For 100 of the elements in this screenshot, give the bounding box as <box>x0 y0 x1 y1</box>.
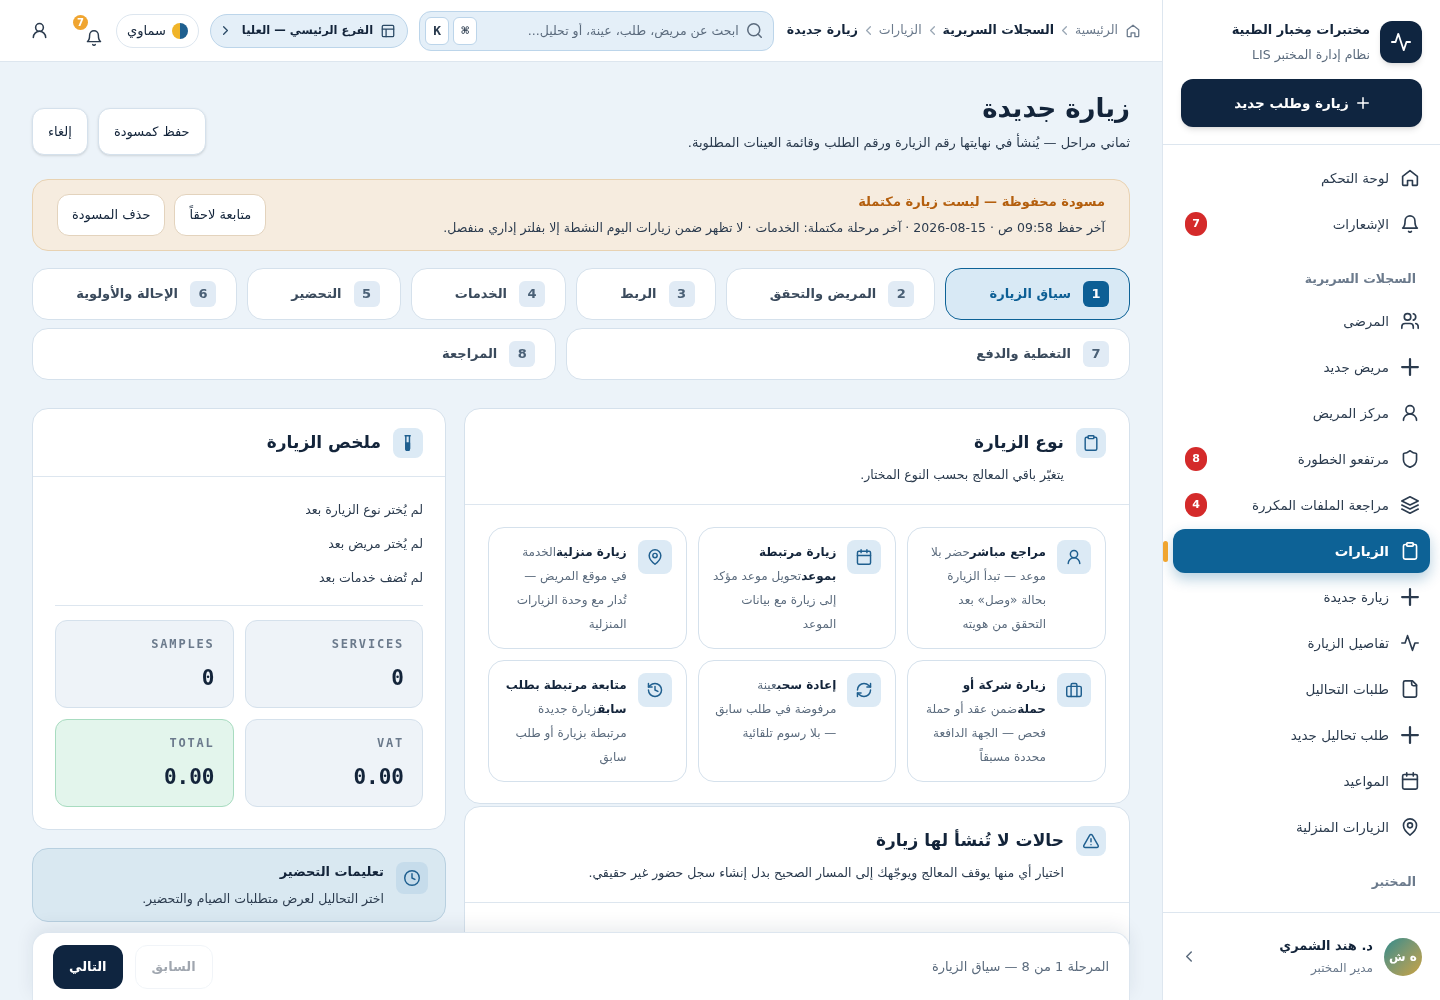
summary-line: لم يُختر نوع الزيارة بعد <box>304 500 423 520</box>
summary-line: لم يُختر مريض بعد <box>327 534 423 554</box>
table-icon <box>381 23 396 38</box>
nav-item[interactable]: طلب تحاليل جديد <box>1173 713 1430 757</box>
user-role: مدير المختبر <box>1309 960 1373 978</box>
count-badge: 8 <box>1185 447 1207 471</box>
clock-icon <box>396 862 428 894</box>
home-icon <box>1126 23 1140 38</box>
nav-item[interactable]: مركز المريض <box>1173 391 1430 435</box>
stat-value: 0 <box>200 665 215 692</box>
visit-type-option[interactable]: زيارة منزليةالخدمة في موقع المريض — تُدار مع وحدة الزيارات المنزلية <box>488 526 687 649</box>
bell-icon <box>86 29 102 46</box>
branch-selector[interactable]: الفرع الرئيسي — العليا <box>209 13 409 48</box>
user-name: د. هند الشمري <box>1278 936 1373 955</box>
card-subtitle: اختيار أي منها يوقف المعالج ويوجّهك إلى المسار الصحيح بدل إنشاء سجل حضور غير حقيقي. <box>587 863 1064 883</box>
step-number: 7 <box>1083 341 1109 367</box>
notice-action-button[interactable]: متابعة لاحقاً <box>174 194 267 236</box>
nav-item[interactable]: طلبات التحاليل <box>1173 667 1430 711</box>
summary-line: لم تُضف خدمات بعد <box>318 568 423 587</box>
card-title: حالات لا تُنشأ لها زيارة <box>875 828 1064 852</box>
nav-item[interactable]: الزيارات المنزلية <box>1173 805 1430 849</box>
active-indicator <box>1163 541 1168 562</box>
breadcrumb-link[interactable]: الرئيسية <box>1074 21 1118 40</box>
users-icon <box>1401 312 1419 330</box>
nav-section-title: السجلات السريرية <box>1303 270 1417 289</box>
chevron-left-icon <box>1061 26 1067 35</box>
nav-item[interactable]: المرضى <box>1173 299 1430 343</box>
plus-icon <box>1356 97 1369 110</box>
notice-action-button[interactable]: حذف المسودة <box>57 194 166 236</box>
nav-item[interactable]: زيارة جديدة <box>1173 575 1430 619</box>
plus-icon <box>1401 726 1419 744</box>
breadcrumb-link[interactable]: السجلات السريرية <box>942 21 1054 40</box>
count-badge: 7 <box>1185 212 1207 237</box>
visit-type-option[interactable]: إعادة سحبعينة مرفوضة في طلب سابق — بلا رسوم تلقائية <box>697 659 897 782</box>
theme-toggle[interactable]: سماوي <box>116 13 199 48</box>
stat-label: SAMPLES <box>150 636 215 652</box>
step-number: 4 <box>519 281 546 307</box>
nav-item[interactable]: المواعيد <box>1173 759 1430 803</box>
brand-name: مختبرات مِخبار الطبية <box>1231 21 1370 39</box>
layers-icon <box>1401 496 1419 514</box>
step-number: 5 <box>353 281 380 307</box>
brand-subtitle: نظام إدارة المختبر LIS <box>1251 45 1370 65</box>
user-icon <box>1057 539 1091 574</box>
shield-icon <box>1401 450 1419 468</box>
stat-label: SERVICES <box>330 636 404 652</box>
stat-label: TOTAL <box>168 735 215 751</box>
user-avatar: ه ش <box>1384 937 1422 976</box>
plus-icon <box>1401 588 1419 606</box>
bell-icon <box>1401 215 1419 234</box>
current-step-text: المرحلة 1 من 8 — سياق الزيارة <box>931 957 1109 977</box>
stat-value: 0 <box>390 665 404 692</box>
card-title: ملخص الزيارة <box>266 430 381 455</box>
breadcrumb-link[interactable]: زيارة جديدة <box>786 21 858 40</box>
step-number: 1 <box>1083 281 1109 307</box>
chevron-left-icon <box>929 26 935 35</box>
visit-type-option[interactable]: متابعة مرتبطة بطلب سابقزيارة جديدة مرتبطة بزيارة أو طلب سابق <box>488 659 687 782</box>
step-number: 6 <box>190 281 217 307</box>
map-pin-icon <box>1401 818 1419 836</box>
page-action-button[interactable]: حفظ كمسودة <box>97 108 206 155</box>
visit-type-option[interactable]: مراجع مباشرحضر بلا موعد — تبدأ الزيارة بحالة «وصل» بعد التحقق من هويته <box>907 526 1106 649</box>
half-circle-icon <box>171 22 188 39</box>
stat-label: VAT <box>375 735 404 751</box>
calendar-icon <box>1401 772 1419 790</box>
chevron-left-icon <box>865 26 871 35</box>
nav-item[interactable]: لوحة التحكم <box>1173 156 1430 201</box>
plus-icon <box>1401 358 1419 376</box>
page-title: زيارة جديدة <box>981 92 1130 125</box>
user-icon <box>1401 404 1419 422</box>
new-visit-button[interactable]: زيارة وطلب جديد <box>1181 79 1422 128</box>
breadcrumb-link[interactable]: الزيارات <box>878 21 922 40</box>
refresh-icon <box>847 672 882 707</box>
nav-item[interactable]: تفاصيل الزيارة <box>1173 621 1430 665</box>
clipboard-icon <box>1401 542 1419 560</box>
search-icon <box>746 22 762 38</box>
user-icon <box>30 22 48 39</box>
file-icon <box>1401 680 1419 698</box>
card-subtitle: يتغيّر باقي المعالج بحسب النوع المختار. <box>859 466 1064 485</box>
visit-type-option[interactable]: زيارة شركة أو حملةضمن عقد أو حملة فحص — الجهة الدافعة محددة مسبقاً <box>907 659 1106 782</box>
nav-item[interactable]: مريض جديد <box>1173 345 1430 389</box>
notice-text: آخر حفظ 09:58 ص · 15-08-2026 · آخر مرحلة مكتملة: الخدمات · لا تظهر ضمن زيارات اليوم النشطة إلا بفلتر إداري منفصل. <box>443 218 1105 238</box>
notification-badge: 7 <box>73 14 88 30</box>
test-tube-icon <box>393 427 423 458</box>
card-title: نوع الزيارة <box>974 431 1064 455</box>
calendar-icon <box>847 539 882 574</box>
page-action-button[interactable]: إلغاء <box>32 108 88 155</box>
prep-text: اختر التحاليل لعرض متطلبات الصيام والتحضير. <box>142 889 384 909</box>
briefcase-icon <box>1057 672 1091 707</box>
nav-section-title: المختبر <box>1370 873 1417 891</box>
shortcut-key: K <box>425 16 450 45</box>
logo-icon <box>1380 21 1422 64</box>
history-icon <box>637 672 672 707</box>
stat-value: 0.00 <box>162 764 215 791</box>
next-button[interactable]: التالي <box>53 944 123 989</box>
step-number: 8 <box>509 341 536 367</box>
notice-title: مسودة محفوظة — ليست زيارة مكتملة <box>857 193 1105 212</box>
home-icon <box>1401 169 1419 188</box>
visit-type-option[interactable]: زيارة مرتبطة بموعدتحويل موعد مؤكد إلى زيارة مع بيانات الموعد <box>697 526 897 649</box>
nav-item[interactable]: الزيارات <box>1173 529 1430 573</box>
chevron-left-icon <box>1186 951 1192 962</box>
page-subtitle: ثماني مراحل — يُنشأ في نهايتها رقم الزيارة ورقم الطلب وقائمة العينات المطلوبة. <box>687 133 1130 153</box>
